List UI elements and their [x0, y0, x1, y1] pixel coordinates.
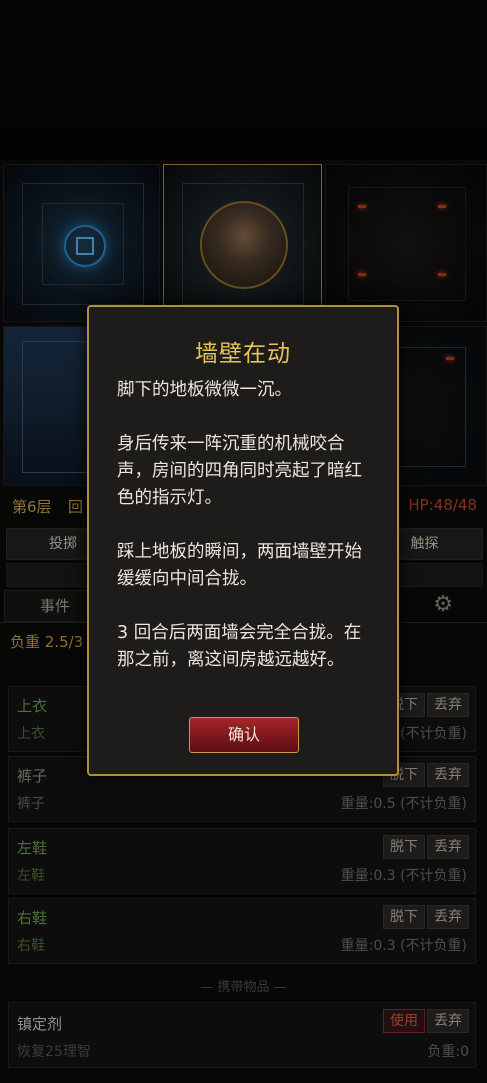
- confirm-button[interactable]: 确认: [189, 717, 299, 753]
- dialog-paragraph: 踩上地板的瞬间，两面墙壁开始缓缓向中间合拢。: [117, 542, 362, 589]
- dialog-paragraph: 脚下的地板微微一沉。: [117, 380, 292, 400]
- dialog-title: 墙壁在动: [195, 341, 291, 367]
- dialog-paragraph: 身后传来一阵沉重的机械咬合声，房间的四角同时亮起了暗红色的指示灯。: [117, 434, 362, 508]
- event-dialog: 墙壁在动 脚下的地板微微一沉。 身后传来一阵沉重的机械咬合声，房间的四角同时亮起…: [87, 305, 399, 776]
- dialog-paragraph: 3 回合后两面墙会完全合拢。在那之前，离这间房越远越好。: [117, 623, 362, 670]
- dialog-body: 脚下的地板微微一沉。 身后传来一阵沉重的机械咬合声，房间的四角同时亮起了暗红色的…: [117, 377, 375, 674]
